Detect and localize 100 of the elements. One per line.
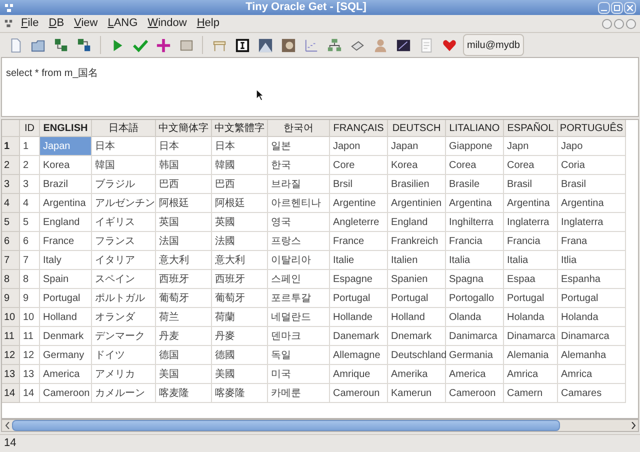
menu-item[interactable]: DB bbox=[48, 15, 64, 32]
table-cell: Giappone bbox=[446, 137, 504, 156]
table-cell: Holland bbox=[388, 308, 446, 327]
table-cell: Argentina bbox=[40, 194, 92, 213]
minimize-button[interactable] bbox=[602, 18, 612, 28]
table-cell: Brasile bbox=[446, 175, 504, 194]
table-cell: 喀麦隆 bbox=[156, 384, 212, 403]
close-icon bbox=[627, 4, 633, 10]
row-header: 6 bbox=[2, 232, 20, 251]
table-cell: England bbox=[388, 213, 446, 232]
table-cell: Brsil bbox=[330, 175, 388, 194]
table-cell: 일본 bbox=[268, 137, 330, 156]
table-cell: 法国 bbox=[156, 232, 212, 251]
table-cell: Brasil bbox=[558, 175, 626, 194]
toolbar-button[interactable] bbox=[233, 36, 251, 54]
table-cell: Brasilien bbox=[388, 175, 446, 194]
table-cell: 영국 bbox=[268, 213, 330, 232]
row-header: 8 bbox=[2, 270, 20, 289]
table-cell: Italien bbox=[388, 251, 446, 270]
table-cell: Espaa bbox=[504, 270, 558, 289]
table-cell: 丹麦 bbox=[156, 327, 212, 346]
table-cell: 韓国 bbox=[92, 156, 156, 175]
table-cell: スペイン bbox=[92, 270, 156, 289]
table-cell: Italie bbox=[330, 251, 388, 270]
row-header: 1 bbox=[2, 137, 20, 156]
table-cell: 5 bbox=[20, 213, 40, 232]
table-cell: Espanha bbox=[558, 270, 626, 289]
heart-icon bbox=[442, 38, 456, 52]
table-cell: 日本 bbox=[92, 137, 156, 156]
table-cell: Alemanha bbox=[558, 346, 626, 365]
column-header: ID bbox=[20, 120, 40, 137]
table-cell: Holanda bbox=[504, 308, 558, 327]
table-cell: Portugal bbox=[558, 289, 626, 308]
mountain-picture-icon bbox=[258, 38, 272, 52]
table-cell: 德國 bbox=[212, 346, 268, 365]
grid-corner bbox=[2, 120, 20, 137]
folder-icon bbox=[30, 38, 46, 52]
table-cell: Dnemark bbox=[388, 327, 446, 346]
table-cell: Brasil bbox=[504, 175, 558, 194]
hierarchy-icon bbox=[326, 38, 342, 52]
table-cell: 포르투갈 bbox=[268, 289, 330, 308]
table-cell: Italia bbox=[504, 251, 558, 270]
table-cell: 巴西 bbox=[156, 175, 212, 194]
menu-item[interactable]: LANG bbox=[108, 15, 138, 32]
restore-button[interactable] bbox=[614, 18, 624, 28]
table-cell: 意大利 bbox=[212, 251, 268, 270]
maximize-button[interactable] bbox=[611, 2, 623, 14]
table-cell: Camern bbox=[504, 384, 558, 403]
menu-item[interactable]: Help bbox=[196, 15, 220, 32]
table-cell: Corea bbox=[504, 156, 558, 175]
dark-picture-icon bbox=[396, 38, 410, 52]
sql-text: select * from m_国名 bbox=[6, 68, 98, 79]
table-cell: 7 bbox=[20, 251, 40, 270]
table-cell: Portugal bbox=[388, 289, 446, 308]
row-header: 3 bbox=[2, 175, 20, 194]
column-header: DEUTSCH bbox=[388, 120, 446, 137]
row-header: 7 bbox=[2, 251, 20, 270]
table-cell: ドイツ bbox=[92, 346, 156, 365]
table-cell: Italy bbox=[40, 251, 92, 270]
row-header: 12 bbox=[2, 346, 20, 365]
table-cell: 이탈리아 bbox=[268, 251, 330, 270]
table-cell: Holanda bbox=[558, 308, 626, 327]
table-cell: Spain bbox=[40, 270, 92, 289]
table-cell: 10 bbox=[20, 308, 40, 327]
column-header: ESPAÑOL bbox=[504, 120, 558, 137]
menu-item[interactable]: File bbox=[21, 15, 39, 32]
table-cell: Argentinien bbox=[388, 194, 446, 213]
network-icon bbox=[76, 38, 92, 52]
table-cell: Frana bbox=[558, 232, 626, 251]
table-cell: 12 bbox=[20, 346, 40, 365]
table-cell: Danemark bbox=[330, 327, 388, 346]
table-cell: Inglaterra bbox=[558, 213, 626, 232]
sql-editor[interactable]: select * from m_国名 bbox=[1, 57, 639, 117]
column-header: 中文繁體字 bbox=[212, 120, 268, 137]
toolbar-button[interactable] bbox=[325, 36, 343, 54]
table-cell: Amrique bbox=[330, 365, 388, 384]
column-header: FRANÇAIS bbox=[330, 120, 388, 137]
connection-button[interactable]: milu@mydb bbox=[463, 34, 524, 56]
table-cell: 스페인 bbox=[268, 270, 330, 289]
table-cell: 韩国 bbox=[156, 156, 212, 175]
row-header: 10 bbox=[2, 308, 20, 327]
table-cell: デンマーク bbox=[92, 327, 156, 346]
menu-item[interactable]: Window bbox=[148, 15, 187, 32]
table-cell: Portogallo bbox=[446, 289, 504, 308]
table-cell: Corea bbox=[446, 156, 504, 175]
menu-item[interactable]: View bbox=[74, 15, 98, 32]
close-button[interactable] bbox=[626, 18, 636, 28]
table-cell: 英国 bbox=[156, 213, 212, 232]
table-cell: 意大利 bbox=[156, 251, 212, 270]
table-cell: 韓國 bbox=[212, 156, 268, 175]
row-header: 5 bbox=[2, 213, 20, 232]
table-cell: ブラジル bbox=[92, 175, 156, 194]
table-cell: 德国 bbox=[156, 346, 212, 365]
table-cell: Argentina bbox=[558, 194, 626, 213]
table-cell: 喀麥隆 bbox=[212, 384, 268, 403]
table-cell: 3 bbox=[20, 175, 40, 194]
table-cell: Camares bbox=[558, 384, 626, 403]
table-cell: Itlia bbox=[558, 251, 626, 270]
scrollbar-thumb[interactable] bbox=[12, 420, 560, 431]
table-cell: Cameroun bbox=[330, 384, 388, 403]
